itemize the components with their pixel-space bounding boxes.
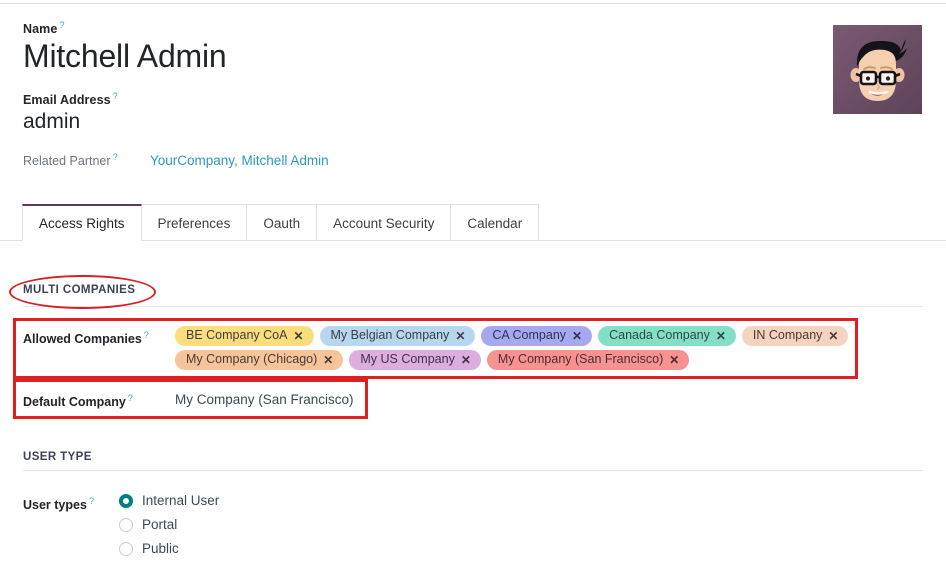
- allowed-companies-row: Allowed Companies? BE Company CoA✕My Bel…: [23, 326, 865, 370]
- default-company-row: Default Company? My Company (San Francis…: [23, 389, 354, 409]
- radio-checked-icon[interactable]: [119, 494, 133, 508]
- remove-tag-icon[interactable]: ✕: [455, 330, 465, 342]
- remove-tag-icon[interactable]: ✕: [323, 354, 333, 366]
- tab-account-security[interactable]: Account Security: [316, 204, 451, 241]
- name-help-icon[interactable]: ?: [59, 20, 64, 30]
- default-company-label: Default Company?: [23, 389, 175, 409]
- user-type-option-label: Internal User: [142, 493, 219, 508]
- allowed-companies-help-icon[interactable]: ?: [144, 330, 149, 340]
- name-value[interactable]: Mitchell Admin: [23, 38, 663, 75]
- remove-tag-icon[interactable]: ✕: [461, 354, 471, 366]
- tab-access-rights[interactable]: Access Rights: [22, 204, 142, 241]
- avatar-image: [833, 25, 922, 114]
- company-tag-label: CA Company: [492, 328, 566, 343]
- top-divider: [0, 3, 946, 4]
- allowed-companies-tag-list[interactable]: BE Company CoA✕My Belgian Company✕CA Com…: [175, 326, 865, 370]
- user-type-option[interactable]: Public: [119, 541, 219, 556]
- tab-preferences-label: Preferences: [158, 216, 231, 231]
- user-types-label: User types?: [23, 492, 119, 512]
- company-tag-label: My US Company: [360, 352, 454, 367]
- radio-unchecked-icon[interactable]: [119, 518, 133, 532]
- section-user-type-divider: [23, 470, 923, 471]
- company-tag-label: My Belgian Company: [331, 328, 450, 343]
- default-company-value[interactable]: My Company (San Francisco): [175, 389, 354, 407]
- tab-access-rights-label: Access Rights: [39, 216, 125, 231]
- company-tag-label: Canada Company: [609, 328, 710, 343]
- tab-bar[interactable]: Access Rights Preferences Oauth Account …: [22, 204, 538, 241]
- company-tag[interactable]: My US Company ✕: [349, 350, 481, 370]
- company-tag-label: My Company (Chicago): [186, 352, 317, 367]
- company-tag[interactable]: Canada Company ✕: [598, 326, 736, 346]
- name-label: Name?: [23, 20, 663, 36]
- company-tag-label: My Company (San Francisco): [498, 352, 663, 367]
- section-user-type-title: USER TYPE: [23, 451, 92, 463]
- user-types-help-icon[interactable]: ?: [89, 496, 94, 506]
- related-partner-row: Related Partner? YourCompany, Mitchell A…: [23, 152, 663, 168]
- name-label-text: Name: [23, 22, 57, 36]
- tab-account-security-label: Account Security: [333, 216, 434, 231]
- related-partner-label-text: Related Partner: [23, 154, 111, 168]
- avatar[interactable]: [833, 25, 922, 114]
- remove-tag-icon[interactable]: ✕: [828, 330, 838, 342]
- related-partner-label: Related Partner?: [23, 152, 150, 168]
- user-type-option[interactable]: Portal: [119, 517, 219, 532]
- remove-tag-icon[interactable]: ✕: [669, 354, 679, 366]
- user-form-sheet: Name? Mitchell Admin Email Address? admi…: [0, 0, 946, 581]
- company-tag-label: IN Company: [753, 328, 822, 343]
- company-tag[interactable]: BE Company CoA ✕: [175, 326, 314, 346]
- company-tag-label: BE Company CoA: [186, 328, 287, 343]
- default-company-label-text: Default Company: [23, 395, 126, 409]
- section-multi-companies-title: MULTI COMPANIES: [23, 284, 135, 296]
- default-company-help-icon[interactable]: ?: [128, 393, 133, 403]
- user-types-label-text: User types: [23, 498, 87, 512]
- company-tag[interactable]: IN Company ✕: [742, 326, 849, 346]
- allowed-companies-label: Allowed Companies?: [23, 326, 175, 346]
- remove-tag-icon[interactable]: ✕: [572, 330, 582, 342]
- remove-tag-icon[interactable]: ✕: [716, 330, 726, 342]
- user-type-option[interactable]: Internal User: [119, 493, 219, 508]
- allowed-companies-label-text: Allowed Companies: [23, 332, 142, 346]
- section-multi-companies-divider: [23, 306, 923, 307]
- tab-preferences[interactable]: Preferences: [141, 204, 248, 241]
- email-label: Email Address?: [23, 91, 663, 107]
- tab-calendar[interactable]: Calendar: [450, 204, 539, 241]
- user-types-radio-group[interactable]: Internal User Portal Public: [119, 492, 219, 556]
- user-type-option-label: Public: [142, 541, 179, 556]
- tab-bar-divider: [0, 240, 946, 241]
- company-tag[interactable]: My Belgian Company ✕: [320, 326, 476, 346]
- email-value[interactable]: admin: [23, 109, 663, 134]
- company-tag[interactable]: My Company (Chicago) ✕: [175, 350, 343, 370]
- company-tag[interactable]: CA Company ✕: [481, 326, 592, 346]
- email-label-text: Email Address: [23, 93, 111, 107]
- radio-unchecked-icon[interactable]: [119, 542, 133, 556]
- remove-tag-icon[interactable]: ✕: [293, 330, 303, 342]
- related-partner-link[interactable]: YourCompany, Mitchell Admin: [150, 153, 329, 168]
- related-partner-help-icon[interactable]: ?: [113, 152, 118, 162]
- user-types-row: User types? Internal User Portal Public: [23, 492, 219, 556]
- tab-oauth-label: Oauth: [263, 216, 300, 231]
- tab-calendar-label: Calendar: [467, 216, 522, 231]
- email-help-icon[interactable]: ?: [113, 91, 118, 101]
- company-tag[interactable]: My Company (San Francisco) ✕: [487, 350, 689, 370]
- record-header: Name? Mitchell Admin Email Address? admi…: [23, 20, 663, 168]
- user-type-option-label: Portal: [142, 517, 177, 532]
- tab-oauth[interactable]: Oauth: [246, 204, 317, 241]
